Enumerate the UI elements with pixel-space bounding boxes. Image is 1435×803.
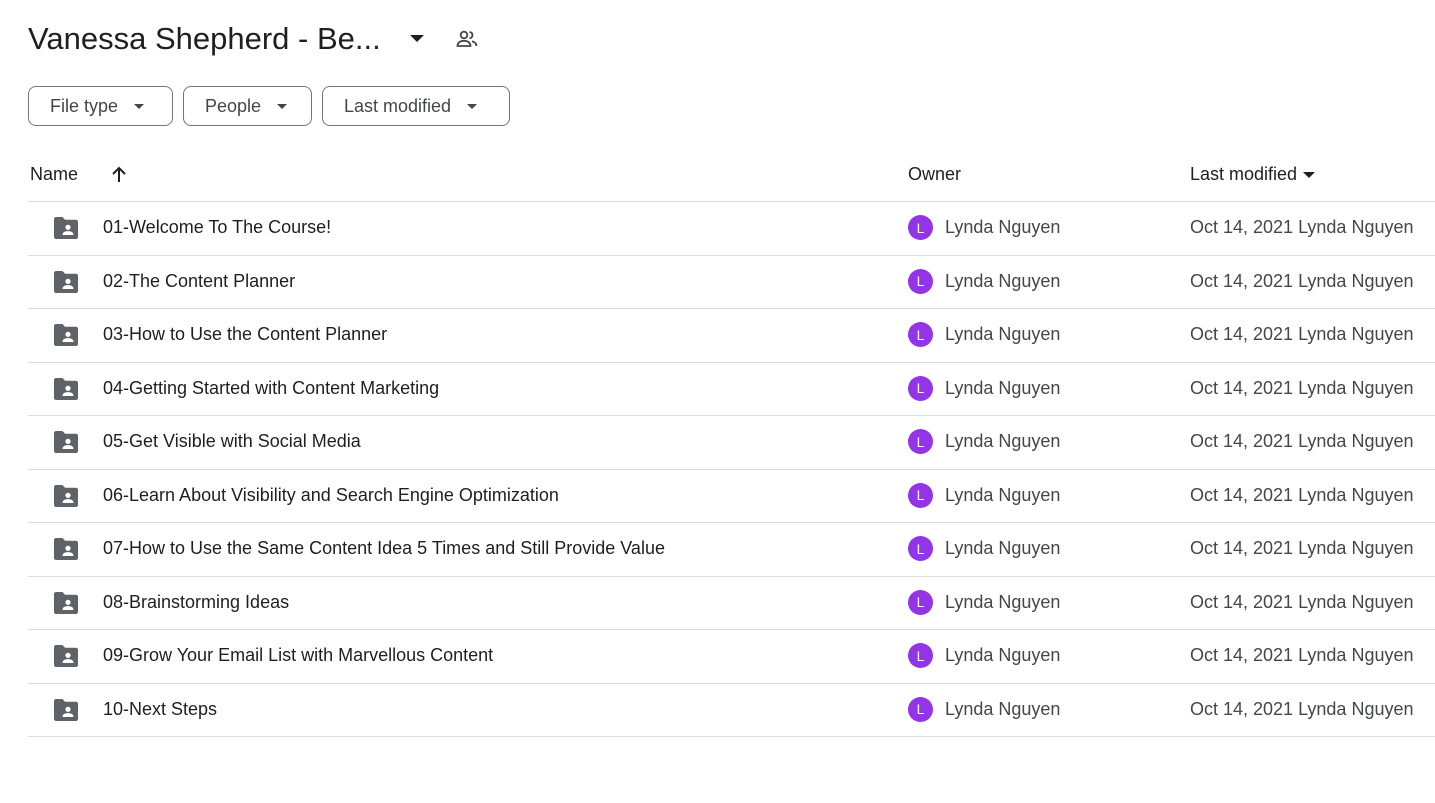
last-modified-filter[interactable]: Last modified <box>322 86 510 126</box>
owner-name: Lynda Nguyen <box>945 484 1061 505</box>
owner-cell: L Lynda Nguyen <box>908 696 1061 722</box>
avatar: L <box>908 643 933 668</box>
file-type-filter-label: File type <box>50 95 119 116</box>
arrow-drop-down-icon <box>277 103 288 109</box>
owner-name: Lynda Nguyen <box>945 538 1061 558</box>
table-row[interactable]: 09-Grow Your Email List with Marvellous … <box>28 630 1435 684</box>
owner-cell: L Lynda Nguyen <box>908 429 1060 454</box>
arrow-drop-down-icon <box>467 103 478 109</box>
column-header-last-modified[interactable]: Last modified <box>1190 164 1316 185</box>
avatar: L <box>908 482 933 508</box>
shared-folder-icon <box>52 323 80 347</box>
folder-title[interactable]: Vanessa Shepherd - Be... <box>28 21 381 57</box>
shared-folder-icon <box>52 644 80 668</box>
owner-name: Lynda Nguyen <box>945 377 1061 398</box>
owner-cell: L Lynda Nguyen <box>908 322 1060 347</box>
avatar: L <box>908 375 933 401</box>
owner-cell: L Lynda Nguyen <box>908 482 1061 508</box>
shared-folder-icon <box>52 484 80 508</box>
table-row[interactable]: 10-Next Steps L Lynda Nguyen Oct 14, 2021 L… <box>28 684 1435 737</box>
owner-cell: L Lynda Nguyen <box>908 215 1060 240</box>
column-header-owner: Owner <box>908 164 962 184</box>
owner-name: Lynda Nguyen <box>945 270 1061 291</box>
drive-folder-view: Vanessa Shepherd - Be... File type Peopl… <box>0 0 1435 803</box>
file-name[interactable]: 09-Grow Your Email List with Marvellous … <box>103 645 493 666</box>
avatar: L <box>908 536 933 561</box>
file-name[interactable]: 07-How to Use the Same Content Idea 5 Ti… <box>103 538 665 559</box>
owner-name: Lynda Nguyen <box>945 217 1061 237</box>
file-list: Name Owner Last modified 01-Welcome To T… <box>28 150 1435 737</box>
shared-folder-icon <box>52 216 80 240</box>
owner-name: Lynda Nguyen <box>945 698 1061 719</box>
shared-folder-icon <box>52 430 80 454</box>
file-type-filter[interactable]: File type <box>28 86 173 126</box>
avatar: L <box>908 696 933 722</box>
owner-cell: L Lynda Nguyen <box>908 268 1061 294</box>
owner-name: Lynda Nguyen <box>945 591 1061 612</box>
people-filter-label: People <box>205 95 262 116</box>
avatar: L <box>908 429 933 454</box>
file-name[interactable]: 03-How to Use the Content Planner <box>103 324 387 345</box>
table-row[interactable]: 08-Brainstorming Ideas L Lynda Nguyen Oct 1… <box>28 577 1435 630</box>
folder-header: Vanessa Shepherd - Be... <box>28 16 481 62</box>
avatar: L <box>908 322 933 347</box>
file-name[interactable]: 10-Next Steps <box>103 699 217 720</box>
last-modified-cell: Oct 14, 2021 Lynda Nguyen <box>1190 484 1414 505</box>
owner-cell: L Lynda Nguyen <box>908 375 1061 401</box>
shared-folder-icon <box>52 537 80 561</box>
owner-name: Lynda Nguyen <box>945 324 1061 344</box>
arrow-drop-down-icon <box>1303 171 1316 178</box>
people-filter[interactable]: People <box>183 86 312 126</box>
last-modified-cell: Oct 14, 2021 Lynda Nguyen <box>1190 591 1414 612</box>
last-modified-filter-label: Last modified <box>344 95 452 116</box>
shared-folder-icon <box>52 698 80 722</box>
column-header-last-modified-label: Last modified <box>1190 164 1298 184</box>
table-row[interactable]: 02-The Content Planner L Lynda Nguyen Oct 1… <box>28 256 1435 309</box>
owner-name: Lynda Nguyen <box>945 431 1061 451</box>
last-modified-cell: Oct 14, 2021 Lynda Nguyen <box>1190 217 1414 237</box>
column-header-name[interactable]: Name <box>30 164 78 185</box>
people-icon[interactable] <box>453 25 481 53</box>
table-row[interactable]: 06-Learn About Visibility and Search Eng… <box>28 470 1435 523</box>
shared-folder-icon <box>52 270 80 294</box>
file-name[interactable]: 02-The Content Planner <box>103 271 295 292</box>
file-name[interactable]: 05-Get Visible with Social Media <box>103 431 361 452</box>
arrow-drop-down-icon <box>134 103 145 109</box>
table-row[interactable]: 04-Getting Started with Content Marketin… <box>28 363 1435 416</box>
last-modified-cell: Oct 14, 2021 Lynda Nguyen <box>1190 270 1414 291</box>
file-name[interactable]: 06-Learn About Visibility and Search Eng… <box>103 485 559 506</box>
filter-bar: File type People Last modified <box>28 86 510 126</box>
table-row[interactable]: 07-How to Use the Same Content Idea 5 Ti… <box>28 523 1435 577</box>
owner-cell: L Lynda Nguyen <box>908 643 1060 668</box>
owner-cell: L Lynda Nguyen <box>908 589 1061 615</box>
file-name[interactable]: 01-Welcome To The Course! <box>103 217 331 238</box>
last-modified-cell: Oct 14, 2021 Lynda Nguyen <box>1190 377 1414 398</box>
shared-folder-icon <box>52 591 80 615</box>
table-row[interactable]: 05-Get Visible with Social Media L Lynda N… <box>28 416 1435 470</box>
table-body: 01-Welcome To The Course! L Lynda Nguyen Oc… <box>28 202 1435 737</box>
last-modified-cell: Oct 14, 2021 Lynda Nguyen <box>1190 645 1414 665</box>
last-modified-cell: Oct 14, 2021 Lynda Nguyen <box>1190 431 1414 451</box>
owner-cell: L Lynda Nguyen <box>908 536 1060 561</box>
last-modified-cell: Oct 14, 2021 Lynda Nguyen <box>1190 538 1414 558</box>
last-modified-cell: Oct 14, 2021 Lynda Nguyen <box>1190 324 1414 344</box>
avatar: L <box>908 268 933 294</box>
owner-name: Lynda Nguyen <box>945 645 1061 665</box>
file-name[interactable]: 08-Brainstorming Ideas <box>103 592 289 613</box>
table-row[interactable]: 01-Welcome To The Course! L Lynda Nguyen Oc… <box>28 202 1435 256</box>
arrow-drop-down-icon[interactable] <box>403 25 431 53</box>
last-modified-cell: Oct 14, 2021 Lynda Nguyen <box>1190 698 1414 719</box>
table-row[interactable]: 03-How to Use the Content Planner L Lynda … <box>28 309 1435 363</box>
avatar: L <box>908 215 933 240</box>
arrow-upward-icon[interactable] <box>108 164 130 186</box>
shared-folder-icon <box>52 377 80 401</box>
table-header: Name Owner Last modified <box>28 150 1435 202</box>
avatar: L <box>908 589 933 615</box>
file-name[interactable]: 04-Getting Started with Content Marketin… <box>103 378 439 399</box>
